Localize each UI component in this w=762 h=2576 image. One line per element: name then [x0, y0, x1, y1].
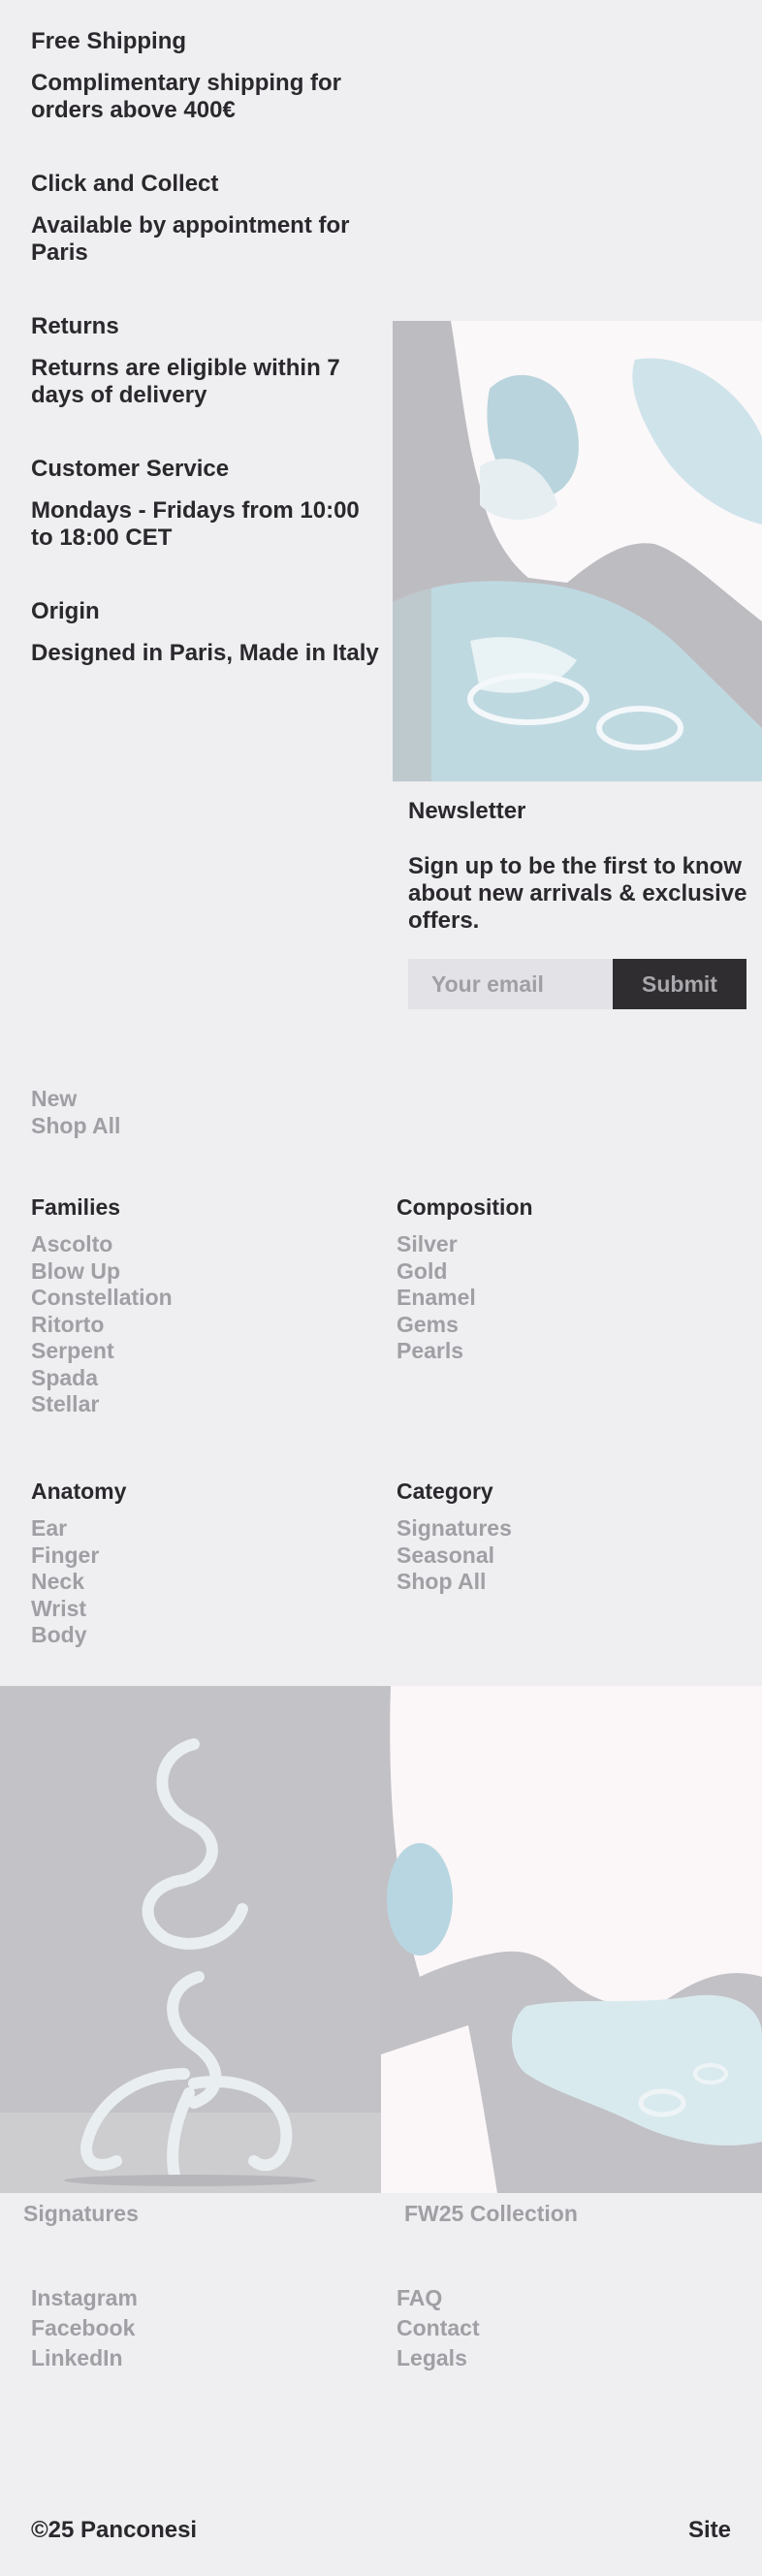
newsletter-text: Sign up to be the first to know about ne… [408, 853, 747, 934]
help-link-contact[interactable]: Contact [397, 2313, 480, 2343]
menu-title: Anatomy [31, 1479, 127, 1504]
info-title: Customer Service [31, 456, 230, 482]
feature-caption-signatures[interactable]: Signatures [23, 2201, 139, 2228]
feature-image-fw25[interactable] [381, 1686, 762, 2193]
info-text: Complimentary shipping for orders above … [31, 70, 342, 123]
menu-link[interactable]: Seasonal [397, 1542, 512, 1570]
info-block-click-collect: Click and Collect Available by appointme… [31, 170, 361, 267]
menu-link[interactable]: Enamel [397, 1285, 533, 1312]
menu-link[interactable]: Stellar [31, 1391, 173, 1418]
menu-families: Families Ascolto Blow Up Constellation R… [31, 1193, 173, 1418]
menu-link[interactable]: Constellation [31, 1285, 173, 1312]
top-links: New Shop All [31, 1086, 120, 1139]
info-block-shipping: Free Shipping Complimentary shipping for… [31, 27, 361, 124]
newsletter-title: Newsletter [408, 798, 526, 824]
menu-title: Category [397, 1479, 493, 1504]
info-title: Origin [31, 598, 100, 624]
menu-category: Category Signatures Seasonal Shop All [397, 1477, 512, 1596]
info-block-customer-service: Customer Service Mondays - Fridays from … [31, 455, 361, 552]
email-input[interactable] [408, 959, 613, 1009]
info-text: Designed in Paris, Made in Italy [31, 640, 379, 666]
menu-link[interactable]: Serpent [31, 1338, 173, 1365]
menu-link[interactable]: Spada [31, 1365, 173, 1392]
social-link-instagram[interactable]: Instagram [31, 2283, 138, 2313]
menu-link[interactable]: Neck [31, 1569, 126, 1596]
feature-image-signatures[interactable] [0, 1686, 381, 2193]
menu-link[interactable]: Wrist [31, 1596, 126, 1623]
menu-link[interactable]: Ear [31, 1515, 126, 1542]
menu-link[interactable]: Body [31, 1622, 126, 1649]
info-title: Click and Collect [31, 171, 219, 197]
copyright: ©25 Panconesi [31, 2517, 198, 2543]
info-title: Returns [31, 313, 119, 339]
info-block-origin: Origin Designed in Paris, Made in Italy [31, 597, 399, 667]
info-text: Mondays - Fridays from 10:00 to 18:00 CE… [31, 497, 360, 551]
menu-link[interactable]: Ascolto [31, 1231, 173, 1258]
menu-link[interactable]: Pearls [397, 1338, 533, 1365]
social-link-linkedin[interactable]: LinkedIn [31, 2343, 138, 2373]
help-link-faq[interactable]: FAQ [397, 2283, 480, 2313]
nav-link-new[interactable]: New [31, 1086, 120, 1113]
social-link-facebook[interactable]: Facebook [31, 2313, 138, 2343]
info-title: Free Shipping [31, 28, 187, 54]
menu-link[interactable]: Blow Up [31, 1258, 173, 1286]
menu-link[interactable]: Shop All [397, 1569, 512, 1596]
info-text: Available by appointment for Paris [31, 212, 350, 266]
info-text: Returns are eligible within 7 days of de… [31, 355, 340, 408]
menu-link[interactable]: Silver [397, 1231, 533, 1258]
menu-link[interactable]: Gold [397, 1258, 533, 1286]
feature-caption-fw25[interactable]: FW25 Collection [404, 2201, 578, 2228]
menu-composition: Composition Silver Gold Enamel Gems Pear… [397, 1193, 533, 1365]
newsletter-image [393, 321, 762, 781]
menu-link[interactable]: Gems [397, 1312, 533, 1339]
site-link[interactable]: Site [688, 2517, 731, 2544]
menu-link[interactable]: Finger [31, 1542, 126, 1570]
newsletter: Newsletter Sign up to be the first to kn… [408, 797, 747, 935]
menu-anatomy: Anatomy Ear Finger Neck Wrist Body [31, 1477, 126, 1649]
menu-link[interactable]: Signatures [397, 1515, 512, 1542]
menu-link[interactable]: Ritorto [31, 1312, 173, 1339]
info-block-returns: Returns Returns are eligible within 7 da… [31, 312, 361, 409]
nav-link-shop-all[interactable]: Shop All [31, 1113, 120, 1140]
menu-title: Composition [397, 1194, 533, 1220]
menu-title: Families [31, 1194, 121, 1220]
help-links: FAQ Contact Legals [397, 2283, 480, 2373]
social-links: Instagram Facebook LinkedIn [31, 2283, 138, 2373]
help-link-legals[interactable]: Legals [397, 2343, 480, 2373]
submit-button[interactable]: Submit [613, 959, 746, 1009]
